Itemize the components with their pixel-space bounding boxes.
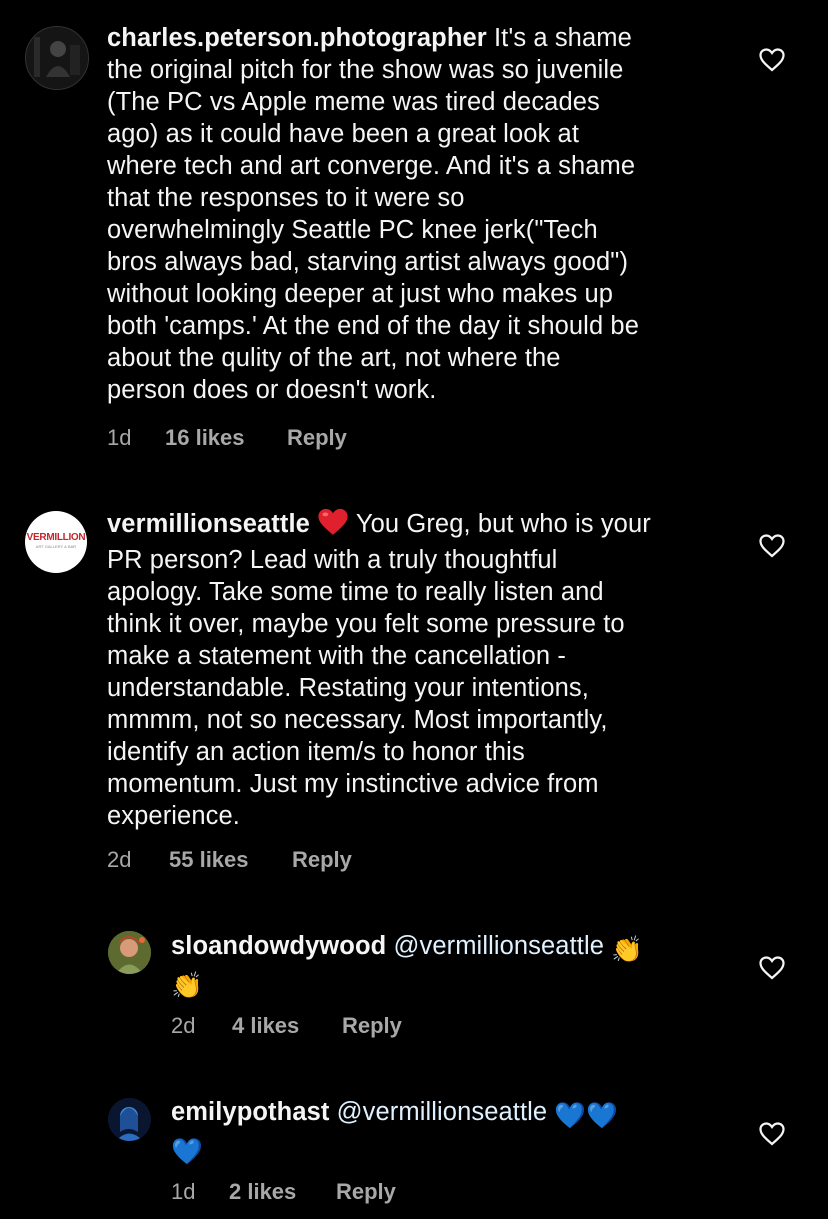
comment-line: think it over, maybe you felt some press… (107, 610, 625, 638)
comment-line: You Greg, but who is your (349, 510, 651, 538)
mention-link[interactable]: @vermillionseattle (337, 1098, 548, 1126)
blue-heart-icon: 💙 (171, 1137, 203, 1167)
comment-line: both 'camps.' At the end of the day it s… (107, 312, 639, 340)
comment-line: experience. (107, 802, 240, 830)
comment-line: ago) as it could have been a great look … (107, 120, 580, 148)
comment-line: person does or doesn't work. (107, 376, 437, 404)
avatar[interactable] (108, 1098, 151, 1141)
likes-count[interactable]: 2 likes (229, 1179, 336, 1205)
comment-line: without looking deeper at just who makes… (107, 280, 614, 308)
likes-count[interactable]: 16 likes (165, 425, 287, 451)
sloandowdywood-avatar-icon (108, 931, 151, 974)
comment-line: where tech and art converge. And it's a … (107, 152, 636, 180)
comment-meta: 1d 16 likes Reply (107, 425, 347, 451)
comment-line: momentum. Just my instinctive advice fro… (107, 770, 599, 798)
comment-text: emilypothast @vermillionseattle 💙💙 💙 (171, 1096, 711, 1168)
reply-button[interactable]: Reply (292, 847, 352, 873)
comment-text: charles.peterson.photographer It's a sha… (107, 22, 727, 406)
timestamp: 2d (171, 1013, 196, 1038)
likes-count[interactable]: 55 likes (169, 847, 292, 873)
comment-line: that the responses to it were so (107, 184, 465, 212)
like-heart-icon[interactable] (759, 1122, 785, 1146)
username[interactable]: sloandowdywood (171, 932, 386, 960)
blue-heart-icon: 💙💙 (554, 1101, 619, 1131)
clapping-hands-icon: 👏 (171, 971, 203, 1001)
username[interactable]: vermillionseattle (107, 510, 310, 538)
username[interactable]: charles.peterson.photographer (107, 24, 487, 52)
comment-line: mmmm, not so necessary. Most importantly… (107, 706, 608, 734)
comment-line: about the qulity of the art, not where t… (107, 344, 561, 372)
comment-line: make a statement with the cancellation - (107, 642, 566, 670)
comment-line: PR person? Lead with a truly thoughtful (107, 546, 558, 574)
reply-button[interactable]: Reply (342, 1013, 402, 1039)
photographer-avatar-icon (26, 27, 88, 89)
comment-line: bros always bad, starving artist always … (107, 248, 629, 276)
like-heart-icon[interactable] (759, 956, 785, 980)
comment-line: apology. Take some time to really listen… (107, 578, 604, 606)
red-heart-icon (317, 508, 349, 544)
comment-meta: 2d 55 likes Reply (107, 847, 352, 873)
comment-line: identify an action item/s to honor this (107, 738, 525, 766)
vermillion-logo: VERMILLION (26, 532, 86, 543)
avatar[interactable] (25, 26, 89, 90)
like-heart-icon[interactable] (759, 48, 785, 72)
comment-line: overwhelmingly Seattle PC knee jerk("Tec… (107, 216, 598, 244)
vermillion-logo-subtext: ART GALLERY & BAR (35, 544, 77, 549)
emilypothast-avatar-icon (108, 1098, 151, 1141)
username[interactable]: emilypothast (171, 1098, 329, 1126)
comment-meta: 1d 2 likes Reply (171, 1179, 396, 1205)
likes-count[interactable]: 4 likes (232, 1013, 342, 1039)
avatar[interactable]: VERMILLION ART GALLERY & BAR (25, 511, 87, 573)
comment-text: vermillionseattle You Greg, but who is y… (107, 508, 727, 832)
comment-line: understandable. Restating your intention… (107, 674, 589, 702)
mention-link[interactable]: @vermillionseattle (394, 932, 605, 960)
timestamp: 1d (171, 1179, 196, 1204)
comment-meta: 2d 4 likes Reply (171, 1013, 402, 1039)
timestamp: 1d (107, 425, 132, 450)
reply-button[interactable]: Reply (287, 425, 347, 451)
comment-line: (The PC vs Apple meme was tired decades (107, 88, 600, 116)
clapping-hands-icon: 👏 (611, 935, 644, 965)
comment-line: It's a shame (486, 24, 632, 52)
reply-button[interactable]: Reply (336, 1179, 396, 1205)
comment-text: sloandowdywood @vermillionseattle 👏 👏 (171, 930, 711, 1002)
comment-line: the original pitch for the show was so j… (107, 56, 624, 84)
avatar[interactable] (108, 931, 151, 974)
timestamp: 2d (107, 847, 132, 872)
like-heart-icon[interactable] (759, 534, 785, 558)
